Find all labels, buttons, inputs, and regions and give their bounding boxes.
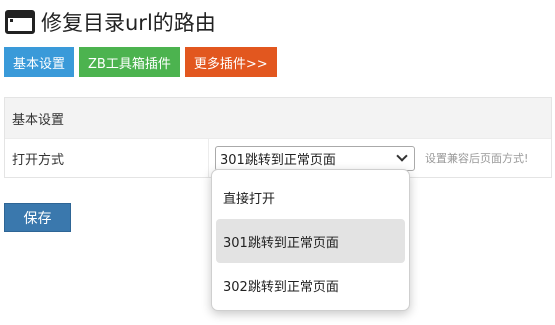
option-direct-open[interactable]: 直接打开	[216, 175, 405, 219]
title-bar: 修复目录url的路由	[5, 8, 216, 36]
open-mode-label: 打开方式	[5, 139, 209, 177]
window-icon	[5, 10, 35, 34]
tab-more-plugins[interactable]: 更多插件>>	[184, 47, 277, 77]
tab-bar: 基本设置 ZB工具箱插件 更多插件>>	[4, 47, 277, 77]
tab-zb-toolbox[interactable]: ZB工具箱插件	[79, 47, 180, 77]
open-mode-select[interactable]: 301跳转到正常页面	[215, 145, 415, 171]
section-header: 基本设置	[5, 98, 551, 138]
option-302-redirect[interactable]: 302跳转到正常页面	[216, 263, 405, 307]
open-mode-dropdown: 直接打开 301跳转到正常页面 302跳转到正常页面	[211, 169, 410, 311]
chevron-down-icon	[396, 150, 408, 162]
settings-table: 基本设置 打开方式 301跳转到正常页面 设置兼容后页面方式!	[4, 97, 552, 178]
option-301-redirect[interactable]: 301跳转到正常页面	[216, 219, 405, 263]
page-title: 修复目录url的路由	[41, 11, 216, 35]
tab-basic-settings[interactable]: 基本设置	[4, 47, 75, 77]
open-mode-hint: 设置兼容后页面方式!	[425, 152, 529, 165]
save-button[interactable]: 保存	[4, 203, 71, 232]
select-value: 301跳转到正常页面	[220, 152, 336, 168]
open-mode-value: 301跳转到正常页面 设置兼容后页面方式!	[209, 145, 529, 171]
